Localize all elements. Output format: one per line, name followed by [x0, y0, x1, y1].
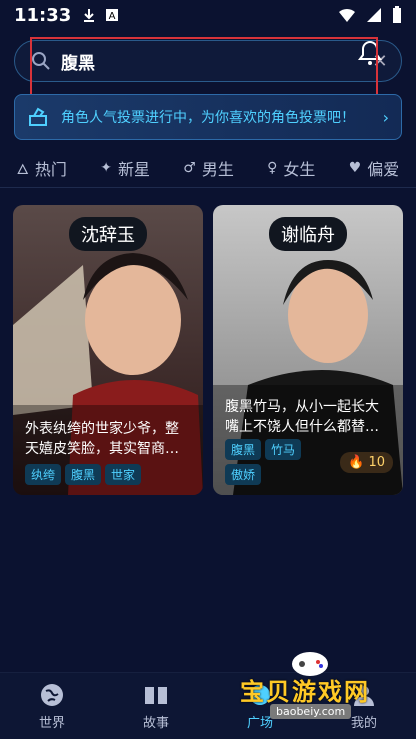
- tab-label: 新星: [117, 159, 150, 179]
- status-bar: 11:33 A: [0, 0, 416, 30]
- watermark-url: baobeiy.com: [270, 704, 352, 719]
- banner-text: 角色人气投票进行中，为你喜欢的角色投票吧！: [61, 110, 355, 126]
- tab-favorite[interactable]: ♥ 偏爱: [349, 156, 400, 180]
- book-icon: [145, 686, 167, 704]
- download-icon: [84, 9, 95, 22]
- app-a-icon: A: [106, 9, 119, 22]
- sparkle-icon: ✦: [100, 159, 112, 176]
- popularity-badge: 🔥 10: [340, 452, 393, 473]
- nav-story[interactable]: 故事: [116, 682, 196, 731]
- tag[interactable]: 腹黑: [225, 439, 262, 460]
- tab-hot[interactable]: 🜂 热门: [17, 153, 67, 182]
- vote-icon: [29, 107, 47, 126]
- nav-label: 故事: [142, 715, 169, 731]
- watermark-logo: 宝贝游戏网 baobeiy.com: [240, 648, 400, 719]
- tag[interactable]: 竹马: [265, 439, 302, 460]
- signal-icon: [367, 8, 381, 22]
- status-time: 11:33: [14, 4, 72, 26]
- category-tabs: 🜂 热门 ✦ 新星 ♂ 男生 ♀ 女生 ♥ 偏爱: [0, 148, 416, 188]
- tab-label: 女生: [283, 159, 316, 179]
- battery-icon: [393, 6, 401, 23]
- nav-label: 世界: [38, 715, 65, 731]
- tag[interactable]: 纨绔: [25, 464, 62, 485]
- search-bar[interactable]: ✕: [14, 40, 402, 82]
- bell-icon[interactable]: [358, 40, 382, 66]
- tag[interactable]: 傲娇: [225, 464, 262, 485]
- character-desc: 腹黑竹马，从小一起长大嘴上不饶人但什么都替…: [225, 399, 379, 435]
- male-icon: ♂: [183, 159, 196, 176]
- tab-label: 偏爱: [367, 159, 400, 179]
- character-card[interactable]: 沈辞玉 外表纨绔的世家少爷，整天嬉皮笑脸，其实智商… 纨绔 腹黑 世家: [13, 205, 203, 495]
- tag-list: 纨绔 腹黑 世家: [25, 464, 191, 485]
- character-name: 谢临舟: [269, 217, 347, 251]
- watermark-title: 宝贝游戏网: [240, 678, 370, 706]
- character-name: 沈辞玉: [69, 217, 147, 251]
- vote-banner[interactable]: 角色人气投票进行中，为你喜欢的角色投票吧！ ›: [14, 94, 402, 140]
- heart-icon: ♥: [348, 159, 362, 176]
- svg-text:A: A: [109, 11, 116, 22]
- tag[interactable]: 腹黑: [65, 464, 102, 485]
- popularity-count: 10: [368, 455, 385, 470]
- nav-world[interactable]: 世界: [12, 682, 92, 731]
- flame-icon: 🜂: [16, 162, 29, 178]
- flame-icon: 🔥: [348, 455, 365, 470]
- tab-female[interactable]: ♀ 女生: [267, 156, 315, 180]
- tag-list: 腹黑 竹马 傲娇: [225, 439, 333, 485]
- tab-new[interactable]: ✦ 新星: [100, 156, 150, 180]
- search-input[interactable]: [61, 51, 369, 71]
- tab-label: 热门: [34, 159, 67, 179]
- chevron-right-icon: ›: [382, 107, 389, 127]
- character-card[interactable]: 谢临舟 腹黑竹马，从小一起长大嘴上不饶人但什么都替… 腹黑 竹马 傲娇 🔥 10: [213, 205, 403, 495]
- search-icon: [32, 52, 50, 70]
- tab-label: 男生: [201, 159, 234, 179]
- tag[interactable]: 世家: [105, 464, 142, 485]
- female-icon: ♀: [267, 159, 278, 176]
- character-desc: 外表纨绔的世家少爷，整天嬉皮笑脸，其实智商…: [25, 421, 179, 457]
- tab-male[interactable]: ♂ 男生: [183, 156, 234, 180]
- wifi-icon: [339, 8, 355, 22]
- globe-icon: [41, 683, 63, 706]
